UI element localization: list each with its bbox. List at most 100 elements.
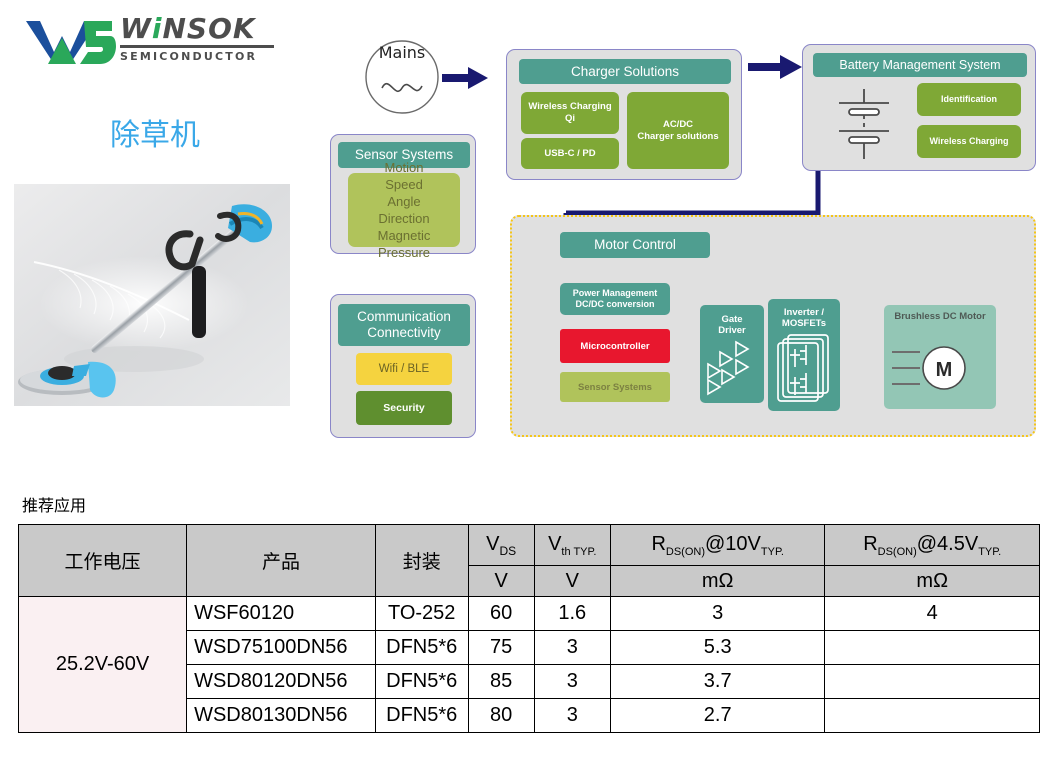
charger-solutions-panel: Charger Solutions Wireless Charging Qi U…	[506, 49, 742, 180]
brushless-motor-label: Brushless DC Motor	[894, 311, 986, 322]
th-vth-sub: th TYP.	[561, 545, 597, 558]
sensor-item-direction: Direction	[378, 211, 430, 226]
gate-driver-line1: Gate	[721, 313, 743, 325]
brushless-dc-motor-box: Brushless DC Motor M	[884, 305, 996, 409]
logo-subtitle: SEMICONDUCTOR	[120, 50, 258, 63]
logo-text-block: WiNSOK SEMICONDUCTOR	[120, 14, 274, 63]
arrow-mains-to-charger	[442, 67, 488, 89]
page-title: 除草机	[110, 118, 200, 153]
gate-driver-line2: Driver	[718, 325, 746, 336]
cell-rds10: 5.3	[609, 630, 826, 665]
th-vth-unit: V	[533, 565, 611, 597]
cell-rds45	[824, 664, 1040, 699]
sensor-item-motion: Motion	[384, 159, 424, 175]
logo-wordmark: WiNSOK	[120, 12, 256, 45]
cell-product: WSF60120	[186, 596, 376, 631]
th-rds10-sub1: DS(ON)	[665, 545, 705, 558]
th-rds45-sub2: TYP.	[978, 545, 1002, 558]
communication-title-line2: Connectivity	[367, 325, 441, 340]
th-rds10-mid: @10V	[705, 532, 761, 555]
th-product: 产品	[186, 524, 376, 597]
cell-rds10: 3.7	[609, 664, 826, 699]
bms-panel: Battery Management System Identification…	[802, 44, 1036, 171]
cell-product: WSD80120DN56	[186, 664, 376, 699]
logo-underline	[120, 45, 274, 48]
th-package: 封装	[374, 524, 469, 597]
motor-symbol-letter: M	[936, 359, 953, 381]
cell-rds45	[824, 698, 1040, 733]
product-photo	[14, 184, 290, 406]
sensor-item-pressure: Pressure	[377, 245, 431, 261]
cell-vth: 3	[533, 664, 611, 699]
th-rds10: RDS(ON)@10VTYP.	[609, 524, 826, 566]
th-rds45-mid: @4.5V	[916, 532, 979, 555]
cell-rds45: 4	[824, 596, 1040, 631]
table-header-row-1: 工作电压 产品 封装 VDS Vth TYP. RDS(ON)@10VTYP. …	[17, 524, 1040, 597]
sensor-systems-list: Motion Speed Angle Direction Magnetic Pr…	[348, 160, 460, 260]
th-vds: VDS	[467, 524, 535, 566]
cell-vds: 85	[467, 664, 535, 699]
cell-product: WSD80130DN56	[186, 698, 376, 733]
cell-vth: 3	[533, 698, 611, 733]
cell-vds: 80	[467, 698, 535, 733]
wireless-qi-line2: Qi	[564, 113, 576, 124]
cell-rds45	[824, 630, 1040, 665]
communication-title: Communication Connectivity	[338, 304, 470, 346]
wireless-qi-line1: Wireless Charging	[528, 101, 612, 113]
cell-rds10: 2.7	[609, 698, 826, 733]
sensor-item-angle: Angle	[387, 193, 421, 209]
arrow-charger-to-bms	[748, 55, 802, 79]
acdc-line1: AC/DC	[662, 118, 694, 130]
motor-control-title: Motor Control	[560, 232, 710, 258]
inverter-mosfets-box: Inverter / MOSFETs	[768, 299, 840, 411]
th-vth-main: V	[548, 532, 562, 555]
cell-rds10: 3	[609, 596, 826, 631]
th-rds45: RDS(ON)@4.5VTYP.	[824, 524, 1040, 566]
th-vds-main: V	[486, 532, 500, 555]
charger-solutions-title: Charger Solutions	[519, 59, 731, 84]
bms-title: Battery Management System	[813, 53, 1027, 77]
th-rds45-unit: mΩ	[824, 565, 1040, 597]
motor-symbol-icon: M	[892, 346, 966, 390]
power-mgmt-line1: Power Management	[572, 288, 658, 299]
cell-vds: 75	[467, 630, 535, 665]
mains-label: Mains	[378, 43, 426, 62]
th-rds45-sub1: DS(ON)	[877, 545, 917, 558]
communication-title-line1: Communication	[357, 309, 451, 325]
grass-trimmer-illustration	[14, 184, 290, 406]
acdc-charger-box: AC/DC Charger solutions	[627, 92, 729, 169]
gate-driver-symbols-icon	[707, 340, 750, 396]
cell-product: WSD75100DN56	[186, 630, 376, 665]
acdc-line2: Charger solutions	[637, 130, 719, 142]
motor-control-panel: Motor Control Power Management DC/DC con…	[510, 215, 1036, 437]
mc-sensor-systems-box: Sensor Systems	[560, 372, 670, 402]
th-working-voltage: 工作电压	[17, 524, 188, 597]
power-mgmt-line2: DC/DC conversion	[575, 299, 655, 309]
winsok-logo-mark	[26, 21, 116, 64]
bms-wireless-charging-box: Wireless Charging	[917, 125, 1021, 158]
table-row: 25.2V-60V WSF60120 TO-252 60 1.6 3 4	[17, 596, 1040, 733]
power-management-box: Power Management DC/DC conversion	[560, 283, 670, 315]
th-vds-sub: DS	[499, 543, 517, 558]
spec-table: 工作电压 产品 封装 VDS Vth TYP. RDS(ON)@10VTYP. …	[17, 524, 1040, 733]
th-vth: Vth TYP.	[533, 524, 611, 566]
system-block-diagram: Mains Sensor Systems Motion Speed Angle …	[316, 16, 1046, 442]
cell-package: DFN5*6	[374, 664, 469, 699]
th-vds-unit: V	[467, 565, 535, 597]
cell-vth: 1.6	[533, 596, 611, 631]
usb-c-pd-box: USB-C / PD	[521, 138, 619, 169]
recommended-applications-caption: 推荐应用	[22, 496, 87, 515]
gate-driver-box: Gate Driver	[700, 305, 764, 403]
microcontroller-box: Microcontroller	[560, 329, 670, 363]
identification-box: Identification	[917, 83, 1021, 116]
sensor-systems-panel: Sensor Systems Motion Speed Angle Direct…	[330, 134, 476, 260]
th-rds10-main: R	[651, 532, 666, 555]
wifi-ble-box: Wifi / BLE	[356, 353, 452, 385]
cell-package: DFN5*6	[374, 698, 469, 733]
inverter-line1: Inverter /	[783, 306, 825, 318]
cell-vth: 3	[533, 630, 611, 665]
communication-panel: Communication Connectivity Wifi / BLE Se…	[330, 294, 476, 438]
sensor-item-magnetic: Magnetic	[377, 228, 431, 244]
cell-voltage-group: 25.2V-60V	[17, 596, 188, 733]
cell-package: DFN5*6	[374, 630, 469, 665]
